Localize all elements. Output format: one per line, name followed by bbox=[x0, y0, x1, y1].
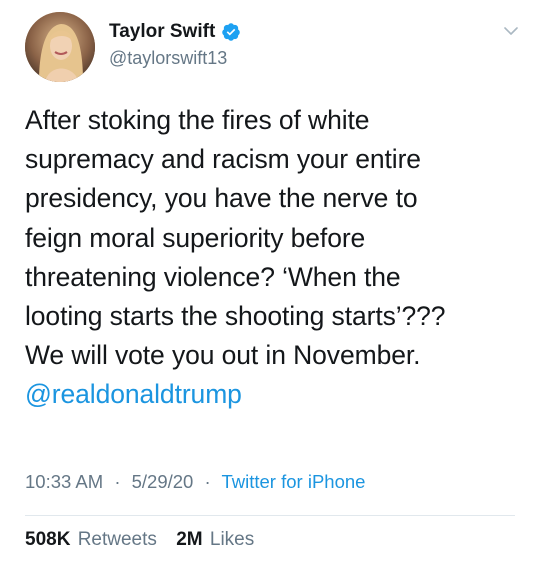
retweets-label: Retweets bbox=[77, 529, 157, 550]
retweets-stat[interactable]: 508K Retweets bbox=[25, 529, 157, 551]
tweet-text-line: looting starts the shooting starts’??? bbox=[25, 301, 446, 332]
avatar[interactable] bbox=[25, 12, 95, 82]
likes-label: Likes bbox=[209, 529, 255, 550]
tweet-header: Taylor Swift @taylorswift13 bbox=[25, 12, 525, 84]
author-handle[interactable]: @taylorswift13 bbox=[109, 48, 241, 69]
tweet-text-line: supremacy and racism your entire bbox=[25, 144, 421, 175]
meta-separator: · bbox=[204, 471, 211, 492]
meta-separator: · bbox=[114, 471, 121, 492]
tweet-text-line: feign moral superiority before bbox=[25, 222, 366, 253]
divider bbox=[25, 515, 515, 516]
name-line: Taylor Swift bbox=[109, 19, 241, 45]
tweet-card: Taylor Swift @taylorswift13 After stokin… bbox=[0, 0, 540, 568]
tweet-text-line: threatening violence? ‘When the bbox=[25, 261, 401, 292]
verified-badge-icon bbox=[221, 22, 241, 42]
tweet-text-line: presidency, you have the nerve to bbox=[25, 183, 418, 214]
tweet-text-line: We will vote you out in November. bbox=[25, 340, 421, 371]
tweet-date[interactable]: 5/29/20 bbox=[132, 471, 194, 492]
tweet-text: After stoking the fires of white suprema… bbox=[25, 101, 525, 415]
likes-count: 2M bbox=[176, 529, 203, 550]
author-block: Taylor Swift @taylorswift13 bbox=[109, 19, 241, 69]
mention-link[interactable]: @realdonaldtrump bbox=[25, 375, 525, 414]
tweet-text-line: After stoking the fires of white bbox=[25, 105, 370, 135]
tweet-source-link[interactable]: Twitter for iPhone bbox=[221, 471, 365, 492]
tweet-meta: 10:33 AM · 5/29/20 · Twitter for iPhone bbox=[25, 471, 365, 493]
retweets-count: 508K bbox=[25, 529, 71, 550]
likes-stat[interactable]: 2M Likes bbox=[176, 529, 254, 551]
tweet-stats: 508K Retweets 2M Likes bbox=[25, 529, 268, 551]
tweet-time[interactable]: 10:33 AM bbox=[25, 471, 103, 492]
author-display-name[interactable]: Taylor Swift bbox=[109, 21, 215, 43]
chevron-down-icon[interactable] bbox=[503, 24, 519, 36]
avatar-image bbox=[25, 12, 95, 82]
